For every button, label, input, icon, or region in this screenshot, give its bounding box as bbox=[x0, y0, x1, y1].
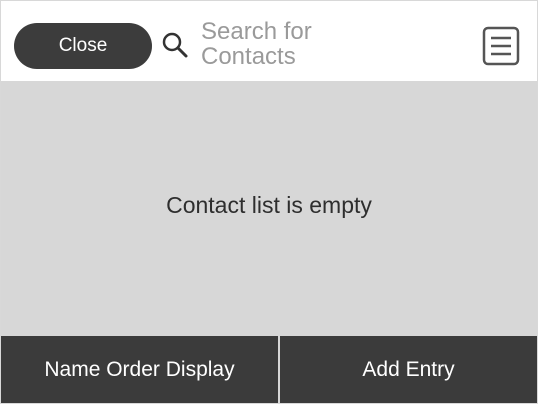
footer-bar: Name Order Display Add Entry bbox=[1, 336, 537, 403]
header-bar: Close Search for Contacts bbox=[1, 1, 537, 81]
search-field[interactable]: Search for Contacts bbox=[161, 13, 461, 75]
close-button[interactable]: Close bbox=[14, 23, 152, 69]
name-order-display-button[interactable]: Name Order Display bbox=[1, 336, 280, 403]
search-placeholder: Search for Contacts bbox=[201, 18, 312, 70]
search-icon bbox=[162, 32, 188, 58]
list-menu-icon[interactable] bbox=[481, 25, 521, 67]
empty-list-message: Contact list is empty bbox=[166, 192, 372, 218]
contacts-screen: Close Search for Contacts Contact list i… bbox=[0, 0, 538, 404]
contact-list-area: Contact list is empty bbox=[1, 81, 537, 336]
add-entry-button[interactable]: Add Entry bbox=[280, 336, 537, 403]
